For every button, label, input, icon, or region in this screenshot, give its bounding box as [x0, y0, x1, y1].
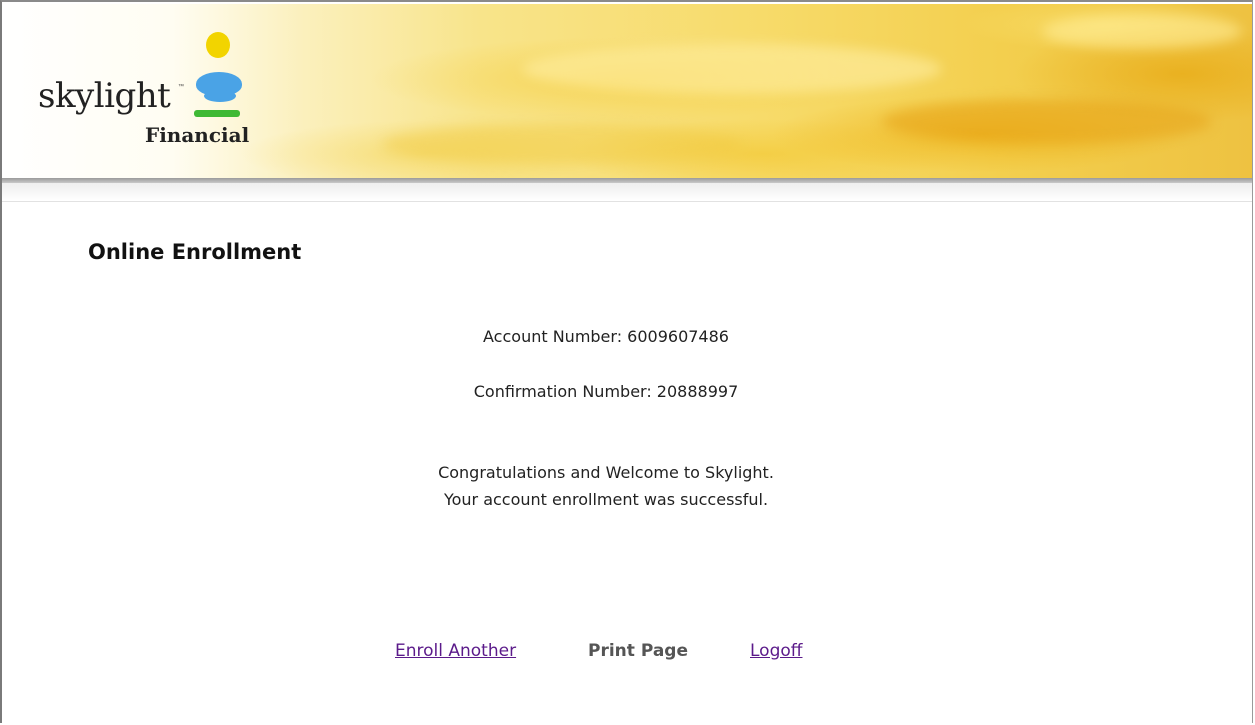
banner-shadow	[2, 183, 1252, 201]
cloud-icon	[204, 90, 236, 102]
banner-cloud-streak	[522, 44, 942, 94]
banner-cloud-streak	[1042, 14, 1242, 49]
skylight-financial-logo: skylight ™ Financial	[38, 32, 278, 162]
print-page-button[interactable]: Print Page	[588, 641, 688, 661]
success-message: Your account enrollment was successful.	[443, 490, 769, 509]
header-divider	[2, 201, 1252, 202]
header-banner: skylight ™ Financial	[2, 4, 1252, 180]
logo-trademark: ™	[178, 84, 184, 90]
enroll-another-link[interactable]: Enroll Another	[395, 641, 516, 661]
confirmation-number: Confirmation Number: 20888997	[473, 382, 739, 401]
account-number: Account Number: 6009607486	[483, 327, 729, 346]
welcome-message: Congratulations and Welcome to Skylight.	[438, 463, 774, 482]
logo-subtitle: Financial	[145, 123, 250, 147]
page-title: Online Enrollment	[88, 240, 302, 264]
sun-icon	[206, 32, 230, 58]
grass-icon	[194, 110, 240, 117]
banner-cloud-streak	[882, 99, 1212, 144]
logoff-link[interactable]: Logoff	[750, 641, 802, 661]
banner-cloud-streak	[382, 124, 742, 164]
logo-wordmark: skylight	[38, 76, 171, 116]
